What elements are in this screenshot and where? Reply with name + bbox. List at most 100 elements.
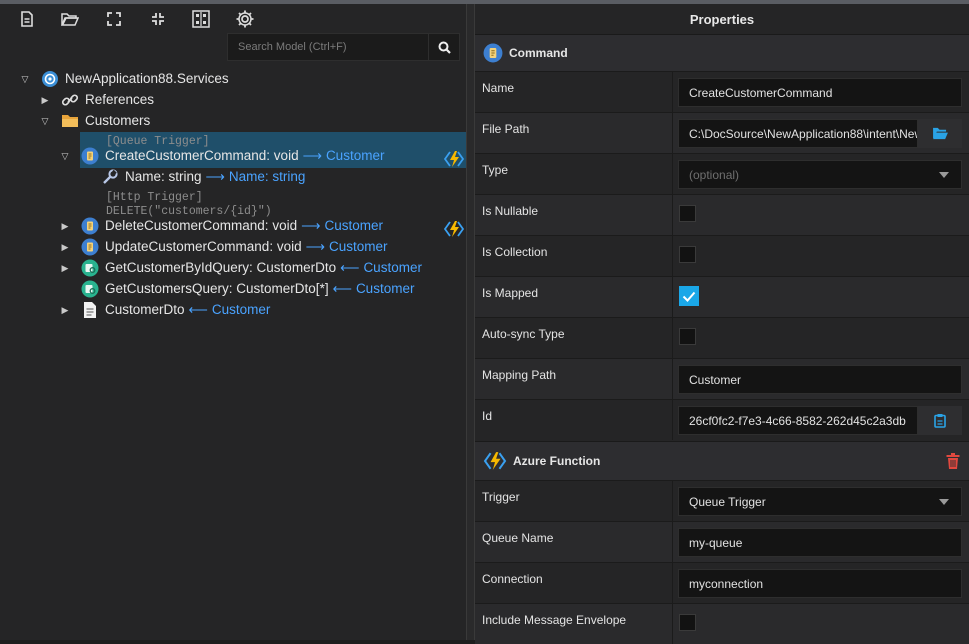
services-package-icon xyxy=(41,70,59,88)
model-tree-pane: ▽ NewApplication88.Services ▶ References… xyxy=(0,4,466,640)
property-mapping-path: Mapping Path Customer xyxy=(475,358,969,399)
id-label: Id xyxy=(482,409,493,423)
type-placeholder: (optional) xyxy=(689,167,740,182)
property-is-nullable: Is Nullable xyxy=(475,194,969,235)
root-label: NewApplication88.Services xyxy=(65,71,229,86)
is-mapped-checkbox[interactable] xyxy=(679,286,699,306)
trash-icon xyxy=(946,453,960,469)
include-envelope-checkbox[interactable] xyxy=(679,614,696,631)
customers-label: Customers xyxy=(85,113,151,128)
tree-toggle-get-by-id[interactable]: ▶ xyxy=(59,262,71,274)
checkmark-icon xyxy=(682,291,696,302)
browse-folder-button[interactable] xyxy=(918,119,962,148)
tree-item-update-customer-command[interactable]: UpdateCustomerCommand: void ⟶ Customer xyxy=(81,236,387,257)
mapping-path-field[interactable]: Customer xyxy=(678,365,962,394)
name-label: Name xyxy=(482,81,515,95)
command-section-title: Command xyxy=(509,46,568,60)
get-all-name: GetCustomersQuery: CustomerDto[*] xyxy=(105,281,329,296)
tree-item-customers-folder[interactable]: Customers xyxy=(61,110,150,131)
command-section-header[interactable]: Command xyxy=(475,34,969,71)
get-all-target: Customer xyxy=(355,281,415,296)
dto-icon xyxy=(81,301,99,319)
tree-item-create-customer-command[interactable]: CreateCustomerCommand: void ⟶ Customer xyxy=(81,145,384,166)
maps-to-arrow-icon: ⟶ xyxy=(305,238,325,254)
column-divider xyxy=(672,522,673,562)
maps-to-arrow-icon: ⟶ xyxy=(205,168,225,184)
property-trigger: Trigger Queue Trigger xyxy=(475,480,969,521)
type-select[interactable]: (optional) xyxy=(678,160,962,189)
property-is-mapped: Is Mapped xyxy=(475,276,969,317)
collapse-icon[interactable] xyxy=(148,9,168,29)
open-folder-icon[interactable] xyxy=(60,9,80,29)
file-path-label: File Path xyxy=(482,122,530,136)
auto-sync-checkbox[interactable] xyxy=(679,328,696,345)
property-connection: Connection myconnection xyxy=(475,562,969,603)
tree-item-root[interactable]: NewApplication88.Services xyxy=(41,68,229,89)
maps-from-arrow-icon: ⟵ xyxy=(332,280,352,296)
column-divider xyxy=(672,277,673,317)
tree-item-delete-customer-command[interactable]: DeleteCustomerCommand: void ⟶ Customer xyxy=(81,215,383,236)
tree-toggle-update[interactable]: ▶ xyxy=(59,241,71,253)
column-divider xyxy=(672,481,673,521)
command-icon xyxy=(81,217,99,235)
search-input[interactable] xyxy=(228,34,430,60)
maps-to-arrow-icon: ⟶ xyxy=(301,217,321,233)
diagram-icon[interactable] xyxy=(191,9,211,29)
command-icon xyxy=(483,43,503,63)
mapping-path-label: Mapping Path xyxy=(482,368,557,382)
tree-item-references[interactable]: References xyxy=(61,89,154,110)
queue-name-field[interactable]: my-queue xyxy=(678,528,962,557)
name-field[interactable]: CreateCustomerCommand xyxy=(678,78,962,107)
name-field-label: Name: string xyxy=(125,169,202,184)
tree-item-get-customers-query[interactable]: GetCustomersQuery: CustomerDto[*] ⟵ Cust… xyxy=(81,278,414,299)
delete-command-target: Customer xyxy=(324,218,383,233)
create-command-target: Customer xyxy=(325,148,385,163)
column-divider xyxy=(672,236,673,276)
type-label: Type xyxy=(482,163,509,177)
property-is-collection: Is Collection xyxy=(475,235,969,276)
property-include-message-envelope: Include Message Envelope xyxy=(475,603,969,644)
expand-icon[interactable] xyxy=(104,9,124,29)
tree-toggle-root[interactable]: ▽ xyxy=(19,73,31,85)
delete-command-name: DeleteCustomerCommand: void xyxy=(105,218,298,233)
file-path-field[interactable]: C:\DocSource\NewApplication88\intent\New… xyxy=(678,119,918,148)
azure-section-title: Azure Function xyxy=(513,454,601,468)
is-nullable-checkbox[interactable] xyxy=(679,205,696,222)
id-field[interactable]: 26cf0fc2-f7e3-4c66-8582-262d45c2a3db xyxy=(678,406,918,435)
tree-item-customer-dto[interactable]: CustomerDto ⟵ Customer xyxy=(81,299,270,320)
azure-function-icon xyxy=(443,150,465,173)
trigger-select[interactable]: Queue Trigger xyxy=(678,487,962,516)
command-icon xyxy=(81,147,99,165)
property-file-path: File Path C:\DocSource\NewApplication88\… xyxy=(475,112,969,153)
search-button[interactable] xyxy=(428,34,459,60)
copy-id-button[interactable] xyxy=(918,406,962,435)
maps-from-arrow-icon: ⟵ xyxy=(188,301,208,317)
azure-function-icon xyxy=(443,220,465,243)
azure-function-section-header[interactable]: Azure Function xyxy=(475,441,969,480)
pane-splitter[interactable] xyxy=(466,4,475,640)
properties-title: Properties xyxy=(689,11,755,27)
tree-toggle-dto[interactable]: ▶ xyxy=(59,304,71,316)
tree-toggle-customers[interactable]: ▽ xyxy=(39,115,51,127)
folder-icon xyxy=(61,112,79,130)
tree-item-get-customer-by-id-query[interactable]: GetCustomerByIdQuery: CustomerDto ⟵ Cust… xyxy=(81,257,422,278)
tree-toggle-delete[interactable]: ▶ xyxy=(59,220,71,232)
azure-function-icon xyxy=(483,451,507,471)
tree-item-name-field[interactable]: Name: string ⟶ Name: string xyxy=(101,166,305,187)
maps-to-arrow-icon: ⟶ xyxy=(302,147,322,163)
is-collection-checkbox[interactable] xyxy=(679,246,696,263)
tree-toggle-references[interactable]: ▶ xyxy=(39,94,51,106)
delete-stereotype-button[interactable] xyxy=(946,453,960,469)
tree-toggle-create[interactable]: ▽ xyxy=(59,150,71,162)
connection-field[interactable]: myconnection xyxy=(678,569,962,598)
column-divider xyxy=(672,563,673,603)
link-icon xyxy=(61,91,79,109)
properties-pane: Properties Command Name CreateCustomerCo… xyxy=(475,4,969,644)
update-command-target: Customer xyxy=(328,239,388,254)
toolbar xyxy=(0,4,466,32)
auto-sync-label: Auto-sync Type xyxy=(482,327,565,341)
new-file-icon[interactable] xyxy=(17,9,37,29)
column-divider xyxy=(672,113,673,153)
is-mapped-label: Is Mapped xyxy=(482,286,539,300)
settings-icon[interactable] xyxy=(235,9,255,29)
